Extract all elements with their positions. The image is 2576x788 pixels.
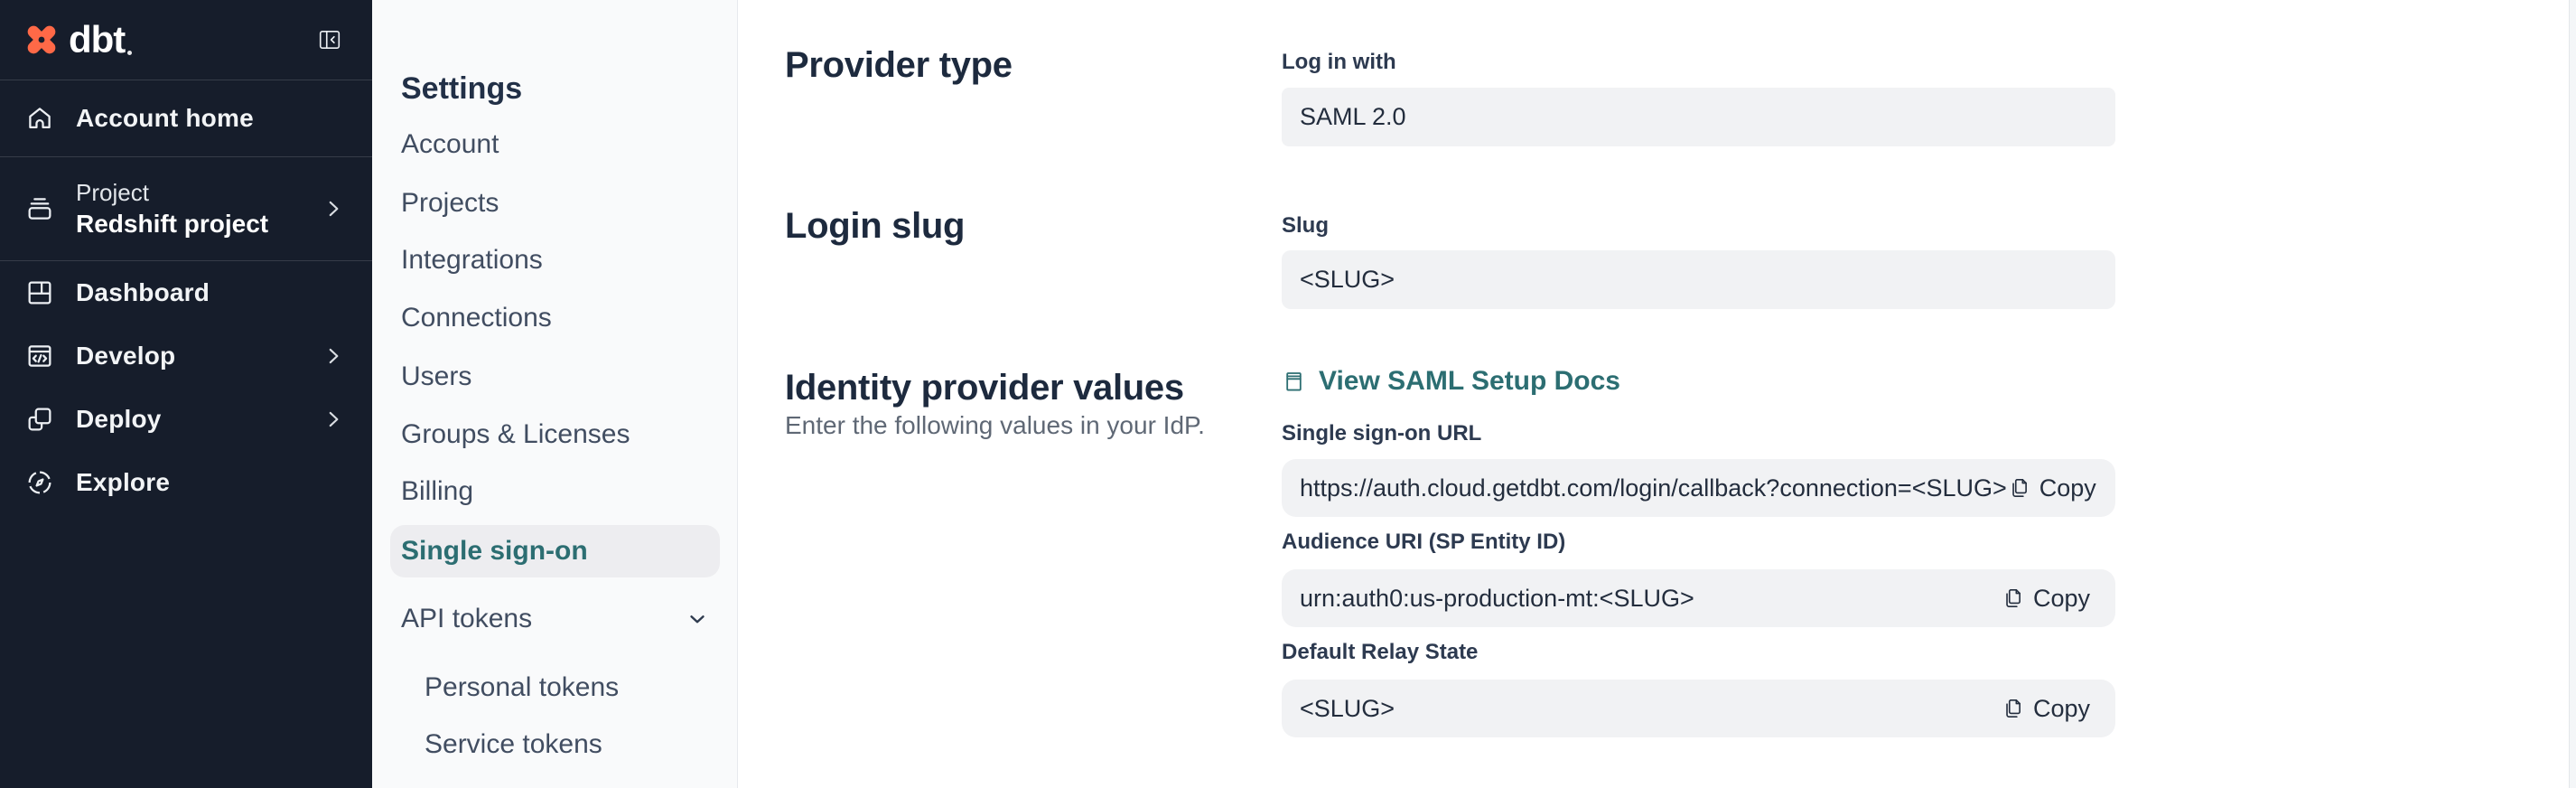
sidebar-item-account-home[interactable]: Account home xyxy=(0,80,372,157)
chevron-right-icon xyxy=(322,344,345,368)
slug-input[interactable]: <SLUG> xyxy=(1282,250,2115,309)
dashboard-icon xyxy=(24,277,55,308)
idp-values-subheading: Enter the following values in your IdP. xyxy=(785,411,1205,440)
copy-icon xyxy=(2001,696,2024,721)
copy-relay-state-button[interactable]: Copy xyxy=(2001,695,2090,723)
idp-values-heading: Identity provider values xyxy=(785,368,1184,408)
develop-code-icon xyxy=(24,341,55,371)
settings-sidebar: Settings Account Projects Integrations C… xyxy=(372,0,738,788)
audience-uri-value: urn:auth0:us-production-mt:<SLUG> xyxy=(1300,585,1694,613)
slug-value: <SLUG> xyxy=(1300,266,1395,294)
settings-item-service-tokens[interactable]: Service tokens xyxy=(425,727,602,763)
sidebar-item-label: Deploy xyxy=(76,405,162,434)
settings-item-users[interactable]: Users xyxy=(401,359,471,395)
copy-icon xyxy=(2001,586,2024,611)
project-name: Redshift project xyxy=(76,208,268,239)
provider-type-heading: Provider type xyxy=(785,45,1013,86)
settings-item-billing[interactable]: Billing xyxy=(401,474,473,510)
home-icon xyxy=(24,103,55,134)
dbt-logo-text: dbt xyxy=(69,18,125,61)
scrollbar[interactable] xyxy=(2569,0,2576,788)
log-in-with-label: Log in with xyxy=(1282,50,1396,75)
settings-item-personal-tokens[interactable]: Personal tokens xyxy=(425,670,619,706)
default-relay-state-value: <SLUG> xyxy=(1300,695,1395,723)
sidebar-item-dashboard[interactable]: Dashboard xyxy=(0,261,372,324)
provider-type-value: SAML 2.0 xyxy=(1300,103,1406,131)
audience-uri-label: Audience URI (SP Entity ID) xyxy=(1282,530,1565,555)
sso-url-field: https://auth.cloud.getdbt.com/login/call… xyxy=(1282,459,2115,517)
copy-sso-url-button[interactable]: Copy xyxy=(2007,474,2096,502)
settings-item-api-tokens[interactable]: API tokens xyxy=(401,601,709,637)
settings-title: Settings xyxy=(401,71,522,107)
chevron-right-icon xyxy=(322,197,345,220)
settings-item-label: Single sign-on xyxy=(401,536,588,567)
project-label: Project xyxy=(76,178,268,208)
explore-compass-icon xyxy=(24,467,55,498)
default-relay-state-field: <SLUG> Copy xyxy=(1282,680,2115,737)
sidebar-header: dbt xyxy=(0,0,372,80)
settings-item-account[interactable]: Account xyxy=(401,127,499,163)
sidebar-item-explore[interactable]: Explore xyxy=(0,451,372,514)
view-saml-setup-docs-link[interactable]: View SAML Setup Docs xyxy=(1282,366,1620,397)
chevron-down-icon xyxy=(686,607,709,631)
docs-link-label: View SAML Setup Docs xyxy=(1319,366,1620,397)
audience-uri-field: urn:auth0:us-production-mt:<SLUG> Copy xyxy=(1282,569,2115,627)
sidebar-item-label: Develop xyxy=(76,342,175,371)
copy-button-label: Copy xyxy=(2033,695,2090,723)
copy-icon xyxy=(2007,475,2030,501)
deploy-icon xyxy=(24,404,55,435)
settings-item-label: API tokens xyxy=(401,601,532,637)
docs-icon xyxy=(1282,368,1306,395)
sidebar-item-develop[interactable]: Develop xyxy=(0,324,372,388)
collapse-sidebar-icon[interactable] xyxy=(318,28,341,52)
settings-item-integrations[interactable]: Integrations xyxy=(401,242,543,278)
sidebar-item-label: Account home xyxy=(76,104,254,133)
project-stack-icon xyxy=(24,193,55,224)
project-labels: Project Redshift project xyxy=(76,178,268,239)
sidebar-item-label: Explore xyxy=(76,468,170,497)
sso-url-label: Single sign-on URL xyxy=(1282,421,1481,446)
chevron-right-icon xyxy=(322,408,345,431)
sidebar-item-project[interactable]: Project Redshift project xyxy=(0,157,372,261)
copy-button-label: Copy xyxy=(2039,474,2096,502)
provider-type-input[interactable]: SAML 2.0 xyxy=(1282,88,2115,146)
sidebar-item-deploy[interactable]: Deploy xyxy=(0,388,372,451)
settings-item-single-sign-on-active[interactable]: Single sign-on xyxy=(390,525,720,577)
dbt-cloud-app: dbt Account home Project Redshift pro xyxy=(0,0,2576,788)
sidebar-item-label: Dashboard xyxy=(76,278,210,307)
sso-settings-content: Provider type Log in with SAML 2.0 Login… xyxy=(738,0,2576,788)
settings-item-groups-licenses[interactable]: Groups & Licenses xyxy=(401,417,630,453)
settings-item-projects[interactable]: Projects xyxy=(401,185,499,221)
dbt-logo-icon xyxy=(22,20,61,60)
slug-label: Slug xyxy=(1282,213,1329,239)
primary-sidebar: dbt Account home Project Redshift pro xyxy=(0,0,372,788)
sso-url-value: https://auth.cloud.getdbt.com/login/call… xyxy=(1300,474,2007,502)
default-relay-state-label: Default Relay State xyxy=(1282,640,1478,665)
copy-audience-uri-button[interactable]: Copy xyxy=(2001,585,2090,613)
copy-button-label: Copy xyxy=(2033,585,2090,613)
dbt-logo[interactable]: dbt xyxy=(22,18,125,61)
login-slug-heading: Login slug xyxy=(785,206,965,247)
settings-item-connections[interactable]: Connections xyxy=(401,300,552,336)
